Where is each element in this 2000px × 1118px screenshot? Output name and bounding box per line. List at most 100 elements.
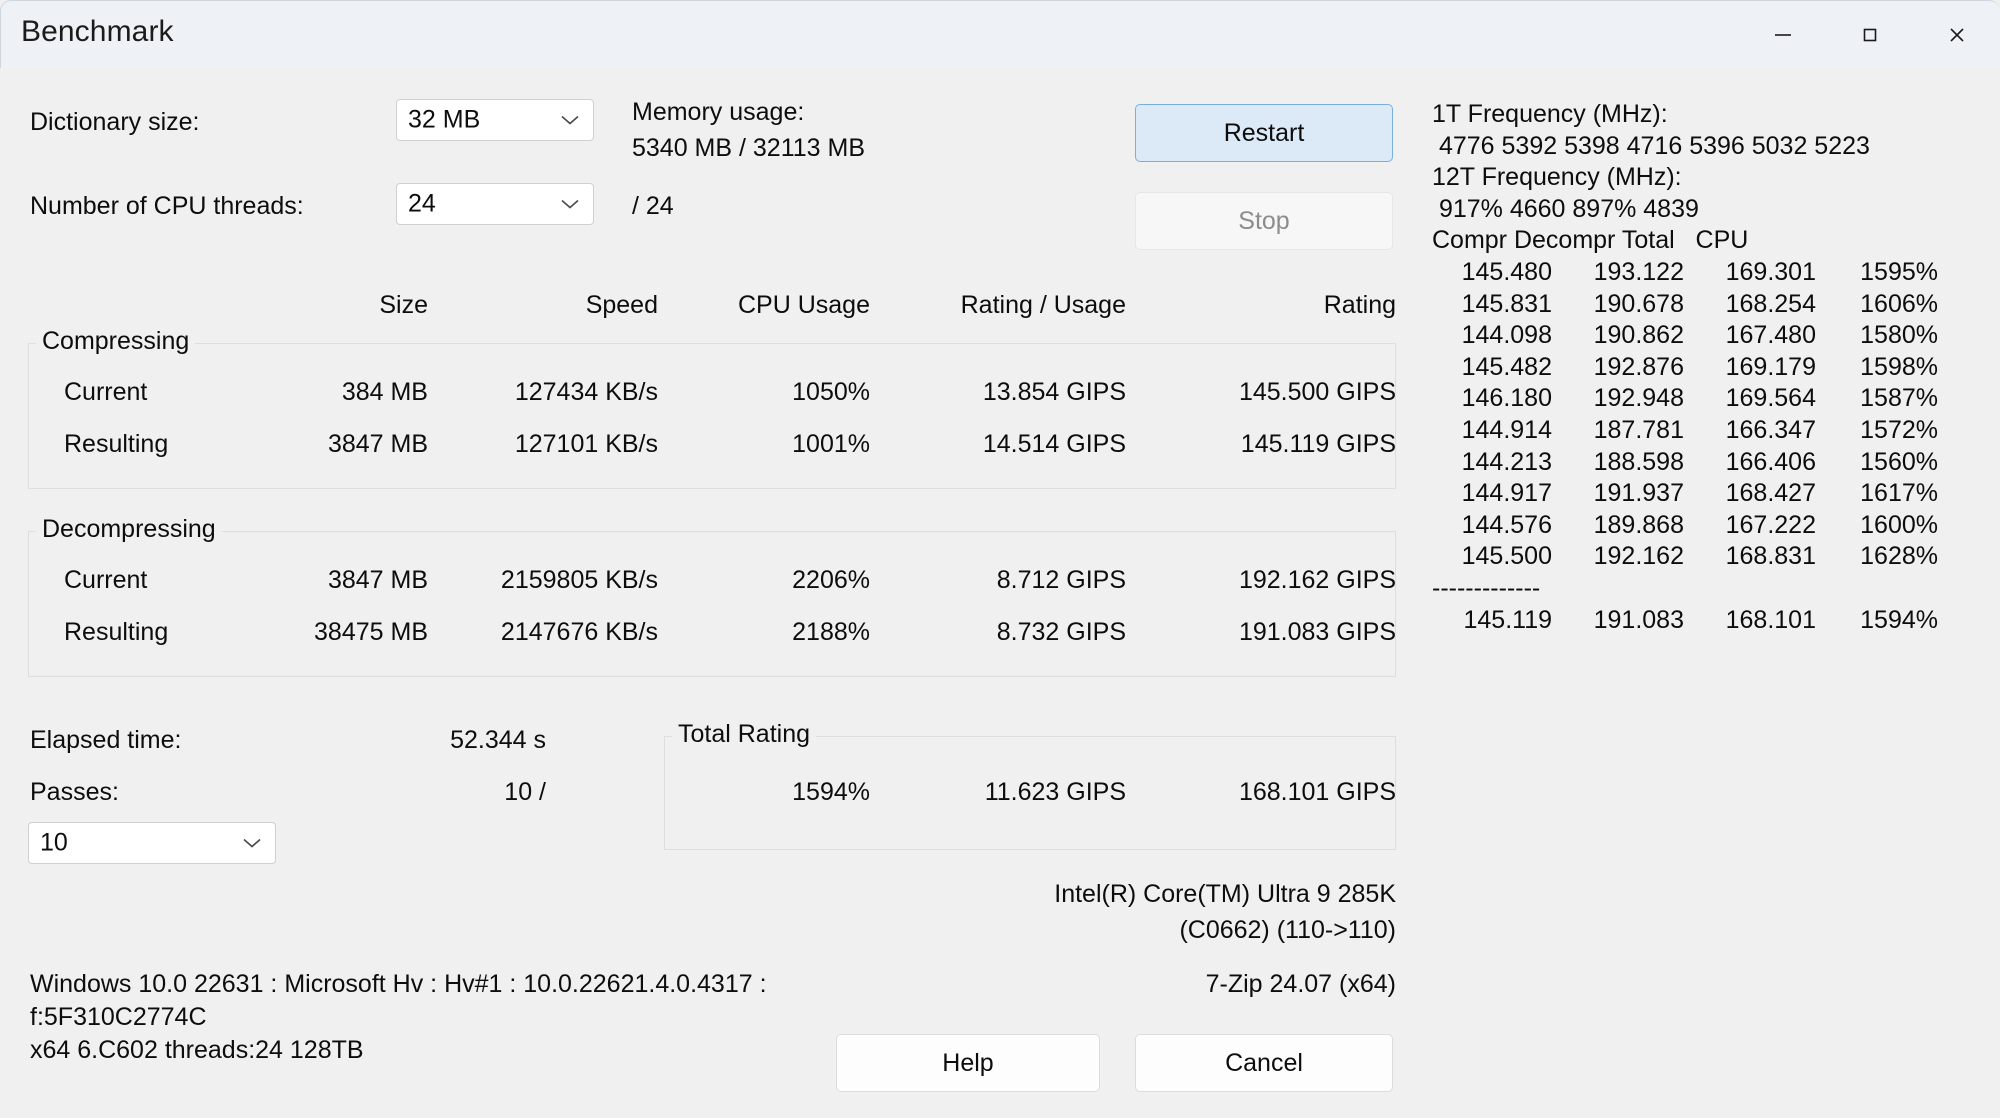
dictionary-size-value: 32 MB	[408, 105, 481, 134]
log-cell-compr: 145.831	[1461, 289, 1552, 318]
chevron-down-icon	[241, 837, 263, 850]
log-cell-decompr: 189.868	[1593, 510, 1684, 539]
stop-button[interactable]: Stop	[1135, 192, 1393, 250]
elapsed-time-value: 52.344 s	[450, 726, 546, 754]
dictionary-size-label: Dictionary size:	[30, 108, 200, 136]
log-cell-cpu: 1560%	[1860, 447, 1938, 476]
log-cell-compr: 145.480	[1461, 257, 1552, 286]
log-row: 145.500 192.162 168.831 1628%	[1432, 542, 1992, 574]
system-info-line3: x64 6.C602 threads:24 128TB	[30, 1036, 364, 1064]
restart-button-label: Restart	[1223, 118, 1305, 147]
log-cell-total: 169.301	[1725, 257, 1816, 286]
decompressing-row-label: Resulting	[64, 618, 169, 646]
log-cell-total: 168.254	[1725, 289, 1816, 318]
passes-select[interactable]: 10	[28, 822, 276, 864]
cell-rating: 145.500 GIPS	[1238, 378, 1396, 406]
cell-size: 3847 MB	[327, 430, 428, 458]
decompressing-group	[28, 531, 1396, 677]
cell-rating-usage: 13.854 GIPS	[982, 378, 1126, 406]
passes-select-value: 10	[40, 828, 68, 857]
log-cell-total: 169.179	[1725, 352, 1816, 381]
stop-button-label: Stop	[1238, 206, 1290, 235]
log-cell-compr: 145.482	[1461, 352, 1552, 381]
dictionary-size-select[interactable]: 32 MB	[396, 99, 594, 141]
log-cell-cpu: 1572%	[1860, 415, 1938, 444]
log-cell-compr: 145.500	[1461, 542, 1552, 571]
log-cell-cpu: 1600%	[1860, 510, 1938, 539]
window-title: Benchmark	[21, 15, 174, 48]
decompressing-group-label: Decompressing	[36, 515, 222, 544]
cancel-button-label: Cancel	[1225, 1048, 1303, 1077]
compressing-group-label: Compressing	[36, 327, 196, 356]
column-header-size: Size	[379, 291, 428, 319]
log-cell-compr: 144.098	[1461, 321, 1552, 350]
log-cell-total: 167.222	[1725, 510, 1816, 539]
log-cell-cpu: 1617%	[1860, 479, 1938, 508]
maximize-icon	[1858, 23, 1882, 47]
help-button-label: Help	[942, 1048, 994, 1077]
log-cell-total: 168.831	[1725, 542, 1816, 571]
log-row: 144.213 188.598 166.406 1560%	[1432, 448, 1992, 480]
cell-rating: 145.119 GIPS	[1240, 430, 1396, 458]
log-cell-total: 169.564	[1725, 384, 1816, 413]
cancel-button[interactable]: Cancel	[1135, 1034, 1393, 1092]
log-cell-total: 166.347	[1725, 415, 1816, 444]
log-row: 144.914 187.781 166.347 1572%	[1432, 416, 1992, 448]
log-total-total: 168.101	[1725, 605, 1816, 634]
log-column-headers: Compr Decompr Total CPU	[1432, 226, 1749, 255]
cpu-threads-label: Number of CPU threads:	[30, 192, 304, 220]
log-row: 145.480 193.122 169.301 1595%	[1432, 258, 1992, 290]
log-separator: -------------	[1432, 573, 1541, 602]
log-cell-total: 167.480	[1725, 321, 1816, 350]
column-header-speed: Speed	[585, 291, 658, 319]
cpu-threads-total: / 24	[632, 192, 674, 220]
log-cell-decompr: 193.122	[1593, 257, 1684, 286]
cpu-name: Intel(R) Core(TM) Ultra 9 285K	[1054, 880, 1396, 908]
log-cell-total: 166.406	[1725, 447, 1816, 476]
freq-12t-value: 917% 4660 897% 4839	[1432, 194, 1699, 223]
close-button[interactable]	[1926, 1, 1988, 69]
minimize-button[interactable]	[1752, 1, 1814, 69]
decompressing-row-label: Current	[64, 566, 148, 594]
close-icon	[1945, 23, 1969, 47]
log-cell-cpu: 1587%	[1860, 384, 1938, 413]
log-cell-compr: 144.917	[1461, 479, 1552, 508]
cell-size: 3847 MB	[327, 566, 428, 594]
log-totals-row: 145.119 191.083 168.101 1594%	[1432, 606, 1992, 638]
cell-cpu-usage: 1050%	[792, 378, 870, 406]
log-total-cpu: 1594%	[1860, 605, 1938, 634]
cell-rating-usage: 14.514 GIPS	[982, 430, 1126, 458]
log-cell-decompr: 192.162	[1593, 542, 1684, 571]
log-cell-compr: 144.914	[1461, 415, 1552, 444]
passes-label: Passes:	[30, 778, 119, 806]
benchmark-log-panel: 1T Frequency (MHz): 4776 5392 5398 4716 …	[1432, 100, 1992, 637]
title-bar: Benchmark	[0, 0, 2000, 68]
system-info-line2: f:5F310C2774C	[30, 1003, 207, 1031]
cell-speed: 2147676 KB/s	[500, 618, 658, 646]
minimize-icon	[1771, 23, 1795, 47]
cell-cpu-usage: 2188%	[792, 618, 870, 646]
cpu-revision: (C0662) (110->110)	[1179, 916, 1396, 944]
compressing-row-label: Resulting	[64, 430, 169, 458]
log-cell-cpu: 1606%	[1860, 289, 1938, 318]
cell-rating: 192.162 GIPS	[1238, 566, 1396, 594]
log-cell-decompr: 191.937	[1593, 479, 1684, 508]
log-cell-decompr: 190.678	[1593, 289, 1684, 318]
log-row: 146.180 192.948 169.564 1587%	[1432, 384, 1992, 416]
log-cell-decompr: 192.948	[1593, 384, 1684, 413]
log-cell-compr: 144.576	[1461, 510, 1552, 539]
cell-rating: 191.083 GIPS	[1238, 618, 1396, 646]
cpu-threads-value: 24	[408, 189, 436, 218]
memory-usage-value: 5340 MB / 32113 MB	[632, 134, 866, 162]
elapsed-time-label: Elapsed time:	[30, 726, 182, 754]
compressing-group	[28, 343, 1396, 489]
maximize-button[interactable]	[1839, 1, 1901, 69]
cell-speed: 127434 KB/s	[514, 378, 658, 406]
log-cell-decompr: 190.862	[1593, 321, 1684, 350]
log-cell-total: 168.427	[1725, 479, 1816, 508]
log-total-decompr: 191.083	[1593, 605, 1684, 634]
restart-button[interactable]: Restart	[1135, 104, 1393, 162]
cpu-threads-select[interactable]: 24	[396, 183, 594, 225]
cell-rating-usage: 8.732 GIPS	[996, 618, 1126, 646]
help-button[interactable]: Help	[836, 1034, 1100, 1092]
